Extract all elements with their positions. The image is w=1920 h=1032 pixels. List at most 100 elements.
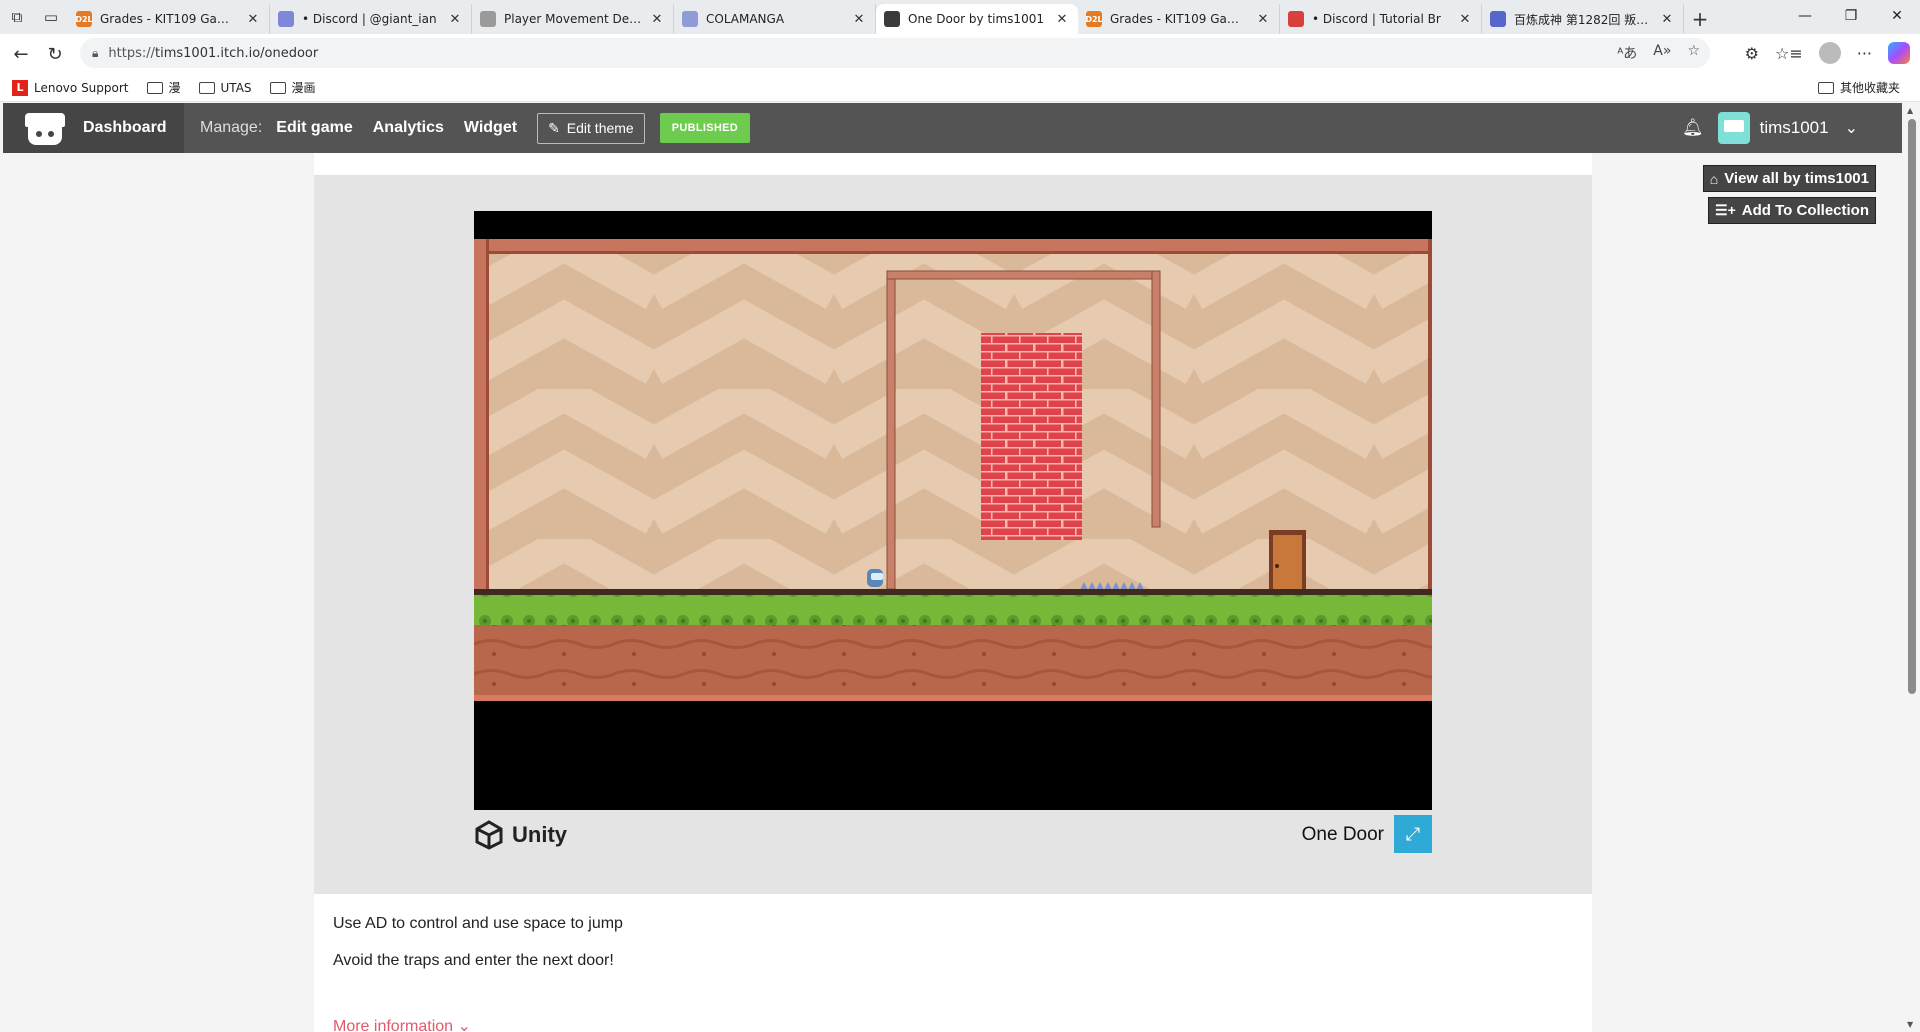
- minimize-icon[interactable]: —: [1782, 0, 1828, 32]
- page-scrollbar[interactable]: ▲ ▼: [1903, 103, 1920, 1032]
- itch-logo-icon[interactable]: [25, 111, 65, 145]
- tab-list: D2LGrades - KIT109 Games Fu✕• Discord | …: [68, 0, 1684, 34]
- avatar[interactable]: [1717, 112, 1750, 144]
- browser-tab[interactable]: COLAMANGA ✕: [674, 4, 876, 34]
- extensions-icon[interactable]: ⚙: [1745, 44, 1759, 63]
- tab-label: Player Movement Devlog: [504, 12, 643, 26]
- add-to-collection-button[interactable]: ☰+ Add To Collection: [1708, 197, 1876, 224]
- bookmark-label: Lenovo Support: [34, 80, 129, 95]
- edit-theme-button[interactable]: ✎ Edit theme: [537, 112, 645, 144]
- widget-link[interactable]: Widget: [464, 119, 517, 137]
- username[interactable]: tims1001: [1760, 118, 1829, 138]
- fullscreen-button[interactable]: ⤢: [1394, 815, 1432, 853]
- bell-icon[interactable]: 🔔︎: [1682, 118, 1704, 138]
- tab-label: One Door by tims1001: [908, 12, 1044, 26]
- bookmark-label: 其他收藏夹: [1839, 81, 1900, 95]
- favorites-icon[interactable]: ☆≡: [1775, 44, 1803, 63]
- back-icon[interactable]: ←: [4, 37, 38, 71]
- dashboard-link[interactable]: Dashboard: [83, 119, 167, 137]
- pencil-icon: ✎: [548, 119, 560, 136]
- tab-favicon-icon: [1288, 11, 1304, 27]
- analytics-link[interactable]: Analytics: [373, 119, 444, 137]
- more-information-label: More information: [333, 1018, 454, 1032]
- close-tab-icon[interactable]: ✕: [1054, 12, 1070, 27]
- tab-actions-icon[interactable]: ▭: [34, 0, 68, 34]
- view-all-label: View all by tims1001: [1724, 170, 1869, 187]
- tab-favicon-icon: [480, 11, 496, 27]
- close-tab-icon[interactable]: ✕: [245, 12, 261, 27]
- read-aloud-icon[interactable]: A»: [1653, 43, 1671, 63]
- url-field[interactable]: 🔒︎ https://tims1001.itch.io/onedoor ᴬあ A…: [80, 38, 1710, 68]
- scroll-down-icon[interactable]: ▼: [1907, 1020, 1913, 1029]
- game-scene: [474, 239, 1432, 784]
- close-tab-icon[interactable]: ✕: [649, 12, 665, 27]
- expand-icon: ⤢: [1405, 823, 1421, 845]
- window-controls: — ❐ ✕: [1782, 0, 1920, 32]
- add-collection-label: Add To Collection: [1741, 202, 1869, 219]
- bookmark-label: 漫: [168, 81, 181, 95]
- description-line: Use AD to control and use space to jump: [333, 915, 623, 932]
- bookmark-label: UTAS: [220, 80, 252, 95]
- tab-label: • Discord | Tutorial Br: [1312, 12, 1441, 26]
- game-description: Use AD to control and use space to jump …: [333, 915, 623, 989]
- bookmarks-bar: L Lenovo Support 漫 UTAS 漫画 其他收藏夹: [0, 74, 1920, 102]
- manage-bar: Manage: Edit game Analytics Widget ✎ Edi…: [184, 103, 758, 153]
- browser-tab[interactable]: D2L Grades - KIT109 Games Fu ✕: [68, 4, 270, 34]
- refresh-icon[interactable]: ↻: [38, 37, 72, 71]
- more-information-link[interactable]: More information ⌄: [333, 1016, 471, 1032]
- folder-icon: [198, 81, 215, 94]
- browser-tab[interactable]: D2L Grades - KIT109 Games Fu ✕: [1078, 4, 1280, 34]
- new-tab-button[interactable]: +: [1684, 4, 1716, 34]
- lock-icon[interactable]: 🔒︎: [92, 46, 98, 61]
- browser-tab[interactable]: One Door by tims1001 ✕: [876, 4, 1078, 34]
- edit-game-link[interactable]: Edit game: [276, 119, 352, 137]
- browser-tab-strip: ⧉ ▭ D2LGrades - KIT109 Games Fu✕• Discor…: [0, 0, 1920, 34]
- tab-label: 百炼成神 第1282回 叛灵之: [1514, 12, 1653, 27]
- tab-label: • Discord | @giant_ian: [302, 12, 437, 26]
- chevron-down-icon[interactable]: ⌄: [1845, 118, 1858, 138]
- bookmark-folder-3[interactable]: 漫画: [269, 79, 316, 96]
- copilot-icon[interactable]: [1888, 42, 1910, 64]
- url-host: tims1001.itch.io/onedoor: [155, 45, 319, 61]
- unity-footer: Unity One Door ⤢: [474, 815, 1432, 855]
- game-canvas[interactable]: [474, 211, 1432, 810]
- favorite-star-icon[interactable]: ☆: [1687, 43, 1700, 63]
- close-window-icon[interactable]: ✕: [1874, 0, 1920, 32]
- bookmark-lenovo[interactable]: L Lenovo Support: [12, 79, 129, 96]
- game-page-column: Unity One Door ⤢ Use AD to control and u…: [314, 153, 1592, 1032]
- workspaces-icon[interactable]: ⧉: [0, 0, 34, 34]
- tab-favicon-icon: D2L: [1085, 11, 1103, 27]
- browser-tab[interactable]: Player Movement Devlog ✕: [472, 4, 674, 34]
- scrollbar-thumb[interactable]: [1908, 119, 1916, 694]
- bookmark-folder-2[interactable]: UTAS: [198, 80, 252, 95]
- restore-icon[interactable]: ❐: [1828, 0, 1874, 32]
- close-tab-icon[interactable]: ✕: [1659, 12, 1675, 27]
- itch-home[interactable]: Dashboard: [3, 103, 184, 153]
- lenovo-icon: L: [12, 79, 28, 96]
- profile-avatar[interactable]: [1818, 42, 1841, 64]
- close-tab-icon[interactable]: ✕: [851, 12, 867, 27]
- address-bar-row: ← ↻ 🔒︎ https://tims1001.itch.io/onedoor …: [0, 34, 1920, 74]
- unity-logo: Unity: [474, 820, 567, 850]
- store-icon: ⌂: [1709, 170, 1719, 187]
- folder-icon: [146, 81, 163, 94]
- more-menu-icon[interactable]: ···: [1857, 44, 1872, 63]
- browser-tab[interactable]: • Discord | Tutorial Br ✕: [1280, 4, 1482, 34]
- tab-favicon-icon: [884, 11, 900, 27]
- tab-favicon-icon: [682, 11, 698, 27]
- bookmark-folder-1[interactable]: 漫: [146, 79, 181, 96]
- url-protocol: https://: [108, 45, 155, 61]
- itch-header: Dashboard Manage: Edit game Analytics Wi…: [3, 103, 1902, 153]
- browser-tab[interactable]: 百炼成神 第1282回 叛灵之 ✕: [1482, 4, 1684, 34]
- browser-tab[interactable]: • Discord | @giant_ian ✕: [270, 4, 472, 34]
- close-tab-icon[interactable]: ✕: [447, 12, 463, 27]
- view-all-button[interactable]: ⌂ View all by tims1001: [1702, 165, 1876, 192]
- published-badge[interactable]: PUBLISHED: [659, 113, 750, 143]
- tab-favicon-icon: [278, 11, 294, 27]
- close-tab-icon[interactable]: ✕: [1255, 12, 1271, 27]
- other-favorites[interactable]: 其他收藏夹: [1817, 79, 1900, 96]
- close-tab-icon[interactable]: ✕: [1457, 12, 1473, 27]
- translate-icon[interactable]: ᴬあ: [1617, 43, 1637, 63]
- tab-label: Grades - KIT109 Games Fu: [1110, 12, 1249, 26]
- scroll-up-icon[interactable]: ▲: [1907, 106, 1913, 115]
